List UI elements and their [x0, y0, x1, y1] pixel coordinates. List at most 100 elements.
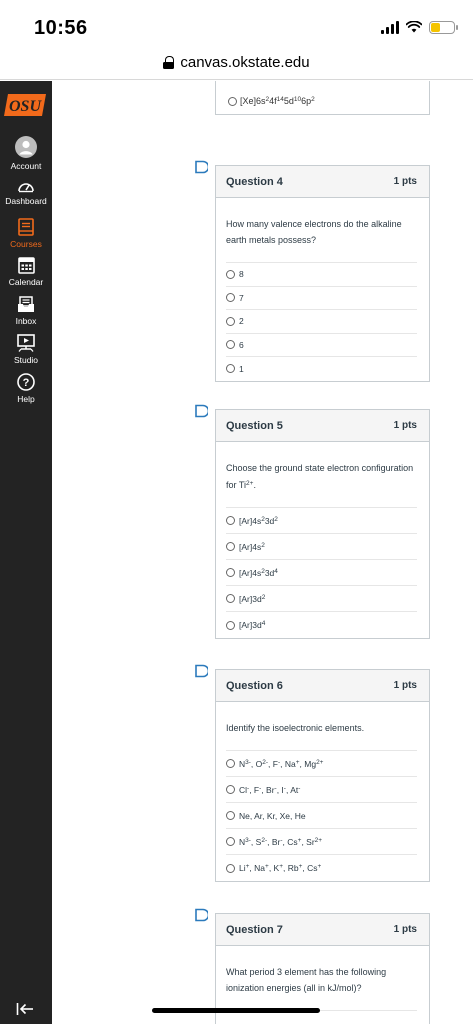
answer-option-label: [Ar]3d4 [239, 620, 266, 630]
answer-option-label: [Ar]3d2 [239, 593, 266, 604]
answer-option[interactable]: [Ar]3d2 [226, 586, 417, 612]
answer-option[interactable]: [Xe]6s24f145d106p2 [228, 96, 315, 106]
sidebar-item-label: Courses [10, 239, 42, 249]
answer-option-label: 7 [239, 292, 244, 303]
answer-option[interactable]: [Ar]4s2 [226, 534, 417, 560]
cellular-signal-icon [381, 20, 399, 34]
battery-icon [429, 20, 458, 34]
answer-option[interactable]: 6 [226, 334, 417, 357]
flag-question-icon[interactable] [194, 160, 208, 174]
answer-option-label: [Ar]4s23d2 [239, 515, 278, 526]
sidebar-item-inbox[interactable]: Inbox [0, 296, 52, 326]
sidebar-item-courses[interactable]: Courses [0, 218, 52, 249]
question-body: Choose the ground state electron configu… [216, 442, 429, 638]
answer-option[interactable]: N3-, S2-, Br-, Cs+, Sr2+ [226, 829, 417, 855]
answer-option-label: [Ar]4s23d4 [239, 567, 278, 578]
answer-option[interactable]: 8 [226, 263, 417, 287]
radio-button[interactable] [226, 837, 235, 846]
sidebar-item-calendar[interactable]: Calendar [0, 256, 52, 287]
question-points: 1 pts [393, 176, 417, 187]
sidebar-item-studio[interactable]: Studio [0, 334, 52, 365]
flag-question-icon[interactable] [194, 404, 208, 418]
question-text: What period 3 element has the following … [226, 946, 417, 1011]
url-text: canvas.okstate.edu [180, 54, 310, 71]
question-text: Choose the ground state electron configu… [226, 442, 417, 508]
answer-option[interactable]: N3-, O2-, F-, Na+, Mg2+ [226, 751, 417, 777]
answer-option-label: N3-, O2-, F-, Na+, Mg2+ [239, 758, 324, 769]
radio-button[interactable] [226, 811, 235, 820]
radio-button[interactable] [226, 620, 235, 630]
calendar-icon [17, 257, 35, 274]
sidebar-item-label: Calendar [8, 277, 44, 287]
radio-button[interactable] [226, 568, 235, 577]
radio-button[interactable] [226, 364, 235, 374]
question-body: How many valence electrons do the alkali… [216, 198, 429, 381]
question-text: How many valence electrons do the alkali… [226, 198, 417, 263]
status-bar: 10:56 [0, 0, 473, 46]
answer-option-label: [Xe]6s24f145d106p2 [240, 96, 315, 106]
answer-option-label: N3-, S2-, Br-, Cs+, Sr2+ [239, 836, 323, 847]
answer-option[interactable]: [Ar]3d4 [226, 612, 417, 638]
sidebar-item-help[interactable]: ? Help [0, 373, 52, 404]
radio-button[interactable] [226, 542, 235, 551]
wifi-icon [406, 21, 422, 33]
home-indicator [152, 1008, 320, 1013]
sidebar-item-dashboard[interactable]: Dashboard [0, 179, 52, 206]
answer-option[interactable]: [Ar]4s23d2 [226, 508, 417, 534]
radio-button[interactable] [226, 863, 235, 873]
question-header: Question 4 1 pts [216, 166, 429, 198]
question-title: Question 7 [226, 923, 283, 936]
answer-option[interactable]: [Ar]4s23d4 [226, 560, 417, 586]
address-bar[interactable]: canvas.okstate.edu [0, 46, 473, 80]
question-title: Question 6 [226, 679, 283, 692]
radio-button[interactable] [228, 96, 237, 106]
question-body: Identify the isoelectronic elements. N3-,… [216, 702, 429, 881]
question-card: Question 6 1 pts Identify the isoelectroni… [215, 669, 430, 882]
answer-option[interactable]: 1 [226, 357, 417, 381]
sidebar-item-label: Account [10, 161, 42, 171]
quiz-content: [Xe]6s24f145d106p2 Question 4 1 pts How ma… [52, 81, 473, 1024]
radio-button[interactable] [226, 594, 235, 603]
answer-option[interactable]: Cl-, F-, Br-, I-, At- [226, 777, 417, 803]
answer-option[interactable]: 2 [226, 310, 417, 334]
answer-option-label: 2 [239, 316, 244, 327]
question-card: Question 4 1 pts How many valence electron… [215, 165, 430, 382]
sidebar-item-account[interactable]: Account [0, 136, 52, 171]
svg-text:OSU: OSU [9, 98, 42, 115]
status-time: 10:56 [34, 17, 88, 39]
answer-option[interactable]: Ne, Ar, Kr, Xe, He [226, 803, 417, 829]
radio-button[interactable] [226, 785, 235, 794]
flag-question-icon[interactable] [194, 664, 208, 678]
answer-option-label: Ne, Ar, Kr, Xe, He [239, 810, 306, 821]
account-icon [15, 136, 37, 158]
answer-option[interactable]: Li+, Na+, K+, Rb+, Cs+ [226, 855, 417, 881]
radio-button[interactable] [226, 516, 235, 525]
question-header: Question 5 1 pts [216, 410, 429, 442]
collapse-nav-icon[interactable] [16, 1002, 34, 1016]
question-points: 1 pts [393, 680, 417, 691]
studio-icon [17, 334, 35, 352]
question-title: Question 5 [226, 419, 283, 432]
sidebar-item-label: Dashboard [5, 196, 47, 206]
help-icon: ? [17, 373, 35, 391]
svg-text:?: ? [23, 377, 30, 389]
question-title: Question 4 [226, 175, 283, 188]
radio-button[interactable] [226, 316, 235, 326]
answer-option[interactable]: 7 [226, 287, 417, 310]
question-header: Question 6 1 pts [216, 670, 429, 702]
courses-icon [18, 218, 34, 236]
answer-option-label: Li+, Na+, K+, Rb+, Cs+ [239, 863, 322, 873]
radio-button[interactable] [226, 293, 235, 303]
dashboard-icon [18, 183, 34, 193]
global-nav-sidebar: OSU Account Dashboard Courses Calendar I… [0, 81, 52, 1024]
status-icons [381, 20, 458, 34]
osu-logo[interactable]: OSU [2, 91, 50, 119]
inbox-icon [18, 296, 34, 312]
radio-button[interactable] [226, 340, 235, 350]
answer-option-label: Cl-, F-, Br-, I-, At- [239, 784, 301, 795]
radio-button[interactable] [226, 759, 235, 768]
flag-question-icon[interactable] [194, 908, 208, 922]
sidebar-item-label: Studio [13, 355, 39, 365]
radio-button[interactable] [226, 269, 235, 279]
answer-option-label: 8 [239, 269, 244, 280]
